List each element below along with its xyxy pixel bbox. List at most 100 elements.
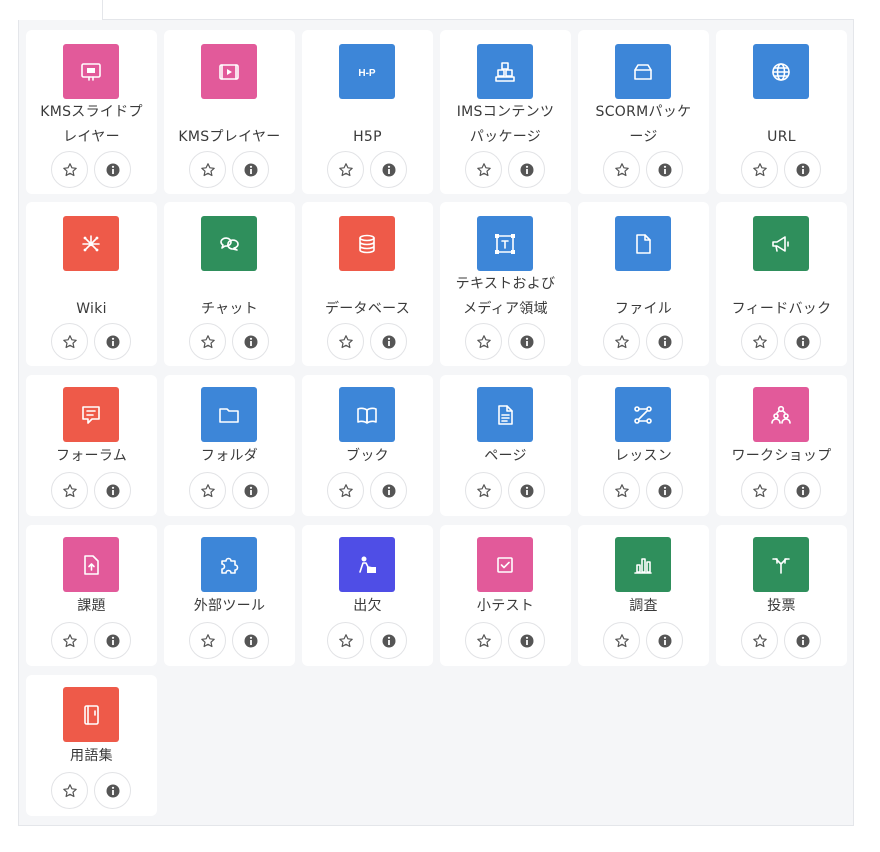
- star-button[interactable]: [189, 472, 226, 509]
- info-icon: [519, 162, 535, 178]
- activity-name: フィードバック: [731, 301, 832, 317]
- star-button[interactable]: [741, 323, 778, 360]
- activity-actions: [327, 472, 407, 510]
- info-button[interactable]: [508, 622, 545, 659]
- activity-card[interactable]: 課題: [26, 525, 157, 666]
- info-button[interactable]: [508, 472, 545, 509]
- info-button[interactable]: [94, 472, 131, 509]
- info-button[interactable]: [784, 622, 821, 659]
- info-button[interactable]: [232, 323, 269, 360]
- activity-card[interactable]: ブック: [302, 375, 433, 516]
- activity-card[interactable]: 調査: [578, 525, 709, 666]
- info-button[interactable]: [232, 151, 269, 188]
- info-button[interactable]: [646, 622, 683, 659]
- star-button[interactable]: [603, 472, 640, 509]
- star-button[interactable]: [465, 151, 502, 188]
- info-button[interactable]: [232, 472, 269, 509]
- activity-name: テキストおよび メディア領域: [455, 276, 556, 317]
- activity-card[interactable]: チャット: [164, 202, 295, 366]
- star-button[interactable]: [51, 151, 88, 188]
- activity-card[interactable]: 出欠: [302, 525, 433, 666]
- activity-card[interactable]: 用語集: [26, 675, 157, 816]
- info-icon: [105, 162, 121, 178]
- info-button[interactable]: [646, 323, 683, 360]
- info-button[interactable]: [370, 622, 407, 659]
- info-button[interactable]: [370, 151, 407, 188]
- star-icon: [200, 633, 216, 649]
- info-button[interactable]: [508, 323, 545, 360]
- activity-actions: [51, 323, 131, 361]
- star-button[interactable]: [741, 151, 778, 188]
- star-button[interactable]: [327, 472, 364, 509]
- activity-card[interactable]: 外部ツール: [164, 525, 295, 666]
- star-button[interactable]: [327, 323, 364, 360]
- slides-player-icon: [63, 44, 119, 99]
- info-button[interactable]: [94, 622, 131, 659]
- star-button[interactable]: [465, 472, 502, 509]
- activity-name: 出欠: [353, 598, 382, 614]
- activity-card[interactable]: Wiki: [26, 202, 157, 366]
- star-button[interactable]: [189, 622, 226, 659]
- info-icon: [243, 483, 259, 499]
- assignment-icon: [63, 537, 119, 592]
- star-button[interactable]: [465, 323, 502, 360]
- activity-name: データベース: [324, 301, 411, 317]
- activity-name: レッスン: [614, 448, 673, 464]
- star-button[interactable]: [603, 151, 640, 188]
- info-button[interactable]: [508, 151, 545, 188]
- activity-card[interactable]: H-P H5P: [302, 30, 433, 194]
- star-button[interactable]: [51, 622, 88, 659]
- activity-actions: [465, 622, 545, 660]
- activity-name: ページ: [484, 448, 527, 464]
- info-button[interactable]: [94, 323, 131, 360]
- info-icon: [657, 162, 673, 178]
- activity-card[interactable]: SCORMパッケ ージ: [578, 30, 709, 194]
- info-button[interactable]: [370, 323, 407, 360]
- info-icon: [795, 334, 811, 350]
- activity-card[interactable]: テキストおよび メディア領域: [440, 202, 571, 366]
- star-icon: [338, 633, 354, 649]
- activity-card[interactable]: ファイル: [578, 202, 709, 366]
- info-button[interactable]: [646, 472, 683, 509]
- star-button[interactable]: [741, 622, 778, 659]
- star-button[interactable]: [51, 472, 88, 509]
- activity-actions: [327, 622, 407, 660]
- star-button[interactable]: [189, 151, 226, 188]
- activity-card[interactable]: フィードバック: [716, 202, 847, 366]
- star-button[interactable]: [51, 772, 88, 809]
- info-button[interactable]: [232, 622, 269, 659]
- activity-card[interactable]: KMSスライドプ レイヤー: [26, 30, 157, 194]
- star-icon: [752, 633, 768, 649]
- activity-card[interactable]: ワークショップ: [716, 375, 847, 516]
- activity-actions: [51, 472, 131, 510]
- info-button[interactable]: [784, 472, 821, 509]
- activity-card[interactable]: フォーラム: [26, 375, 157, 516]
- info-button[interactable]: [94, 151, 131, 188]
- activity-actions: [51, 151, 131, 189]
- activity-card[interactable]: データベース: [302, 202, 433, 366]
- star-icon: [62, 162, 78, 178]
- activity-actions: [189, 151, 269, 189]
- activity-card[interactable]: 投票: [716, 525, 847, 666]
- activity-card[interactable]: IMSコンテンツ パッケージ: [440, 30, 571, 194]
- activity-card[interactable]: レッスン: [578, 375, 709, 516]
- activity-card[interactable]: フォルダ: [164, 375, 295, 516]
- star-button[interactable]: [51, 323, 88, 360]
- star-button[interactable]: [327, 151, 364, 188]
- activity-card[interactable]: 小テスト: [440, 525, 571, 666]
- star-button[interactable]: [189, 323, 226, 360]
- star-button[interactable]: [465, 622, 502, 659]
- star-button[interactable]: [741, 472, 778, 509]
- star-button[interactable]: [327, 622, 364, 659]
- info-button[interactable]: [370, 472, 407, 509]
- activity-card[interactable]: URL: [716, 30, 847, 194]
- star-button[interactable]: [603, 323, 640, 360]
- star-button[interactable]: [603, 622, 640, 659]
- activity-card[interactable]: ページ: [440, 375, 571, 516]
- info-button[interactable]: [784, 323, 821, 360]
- info-button[interactable]: [646, 151, 683, 188]
- activity-card[interactable]: KMSプレイヤー: [164, 30, 295, 194]
- info-button[interactable]: [94, 772, 131, 809]
- star-icon: [752, 483, 768, 499]
- info-button[interactable]: [784, 151, 821, 188]
